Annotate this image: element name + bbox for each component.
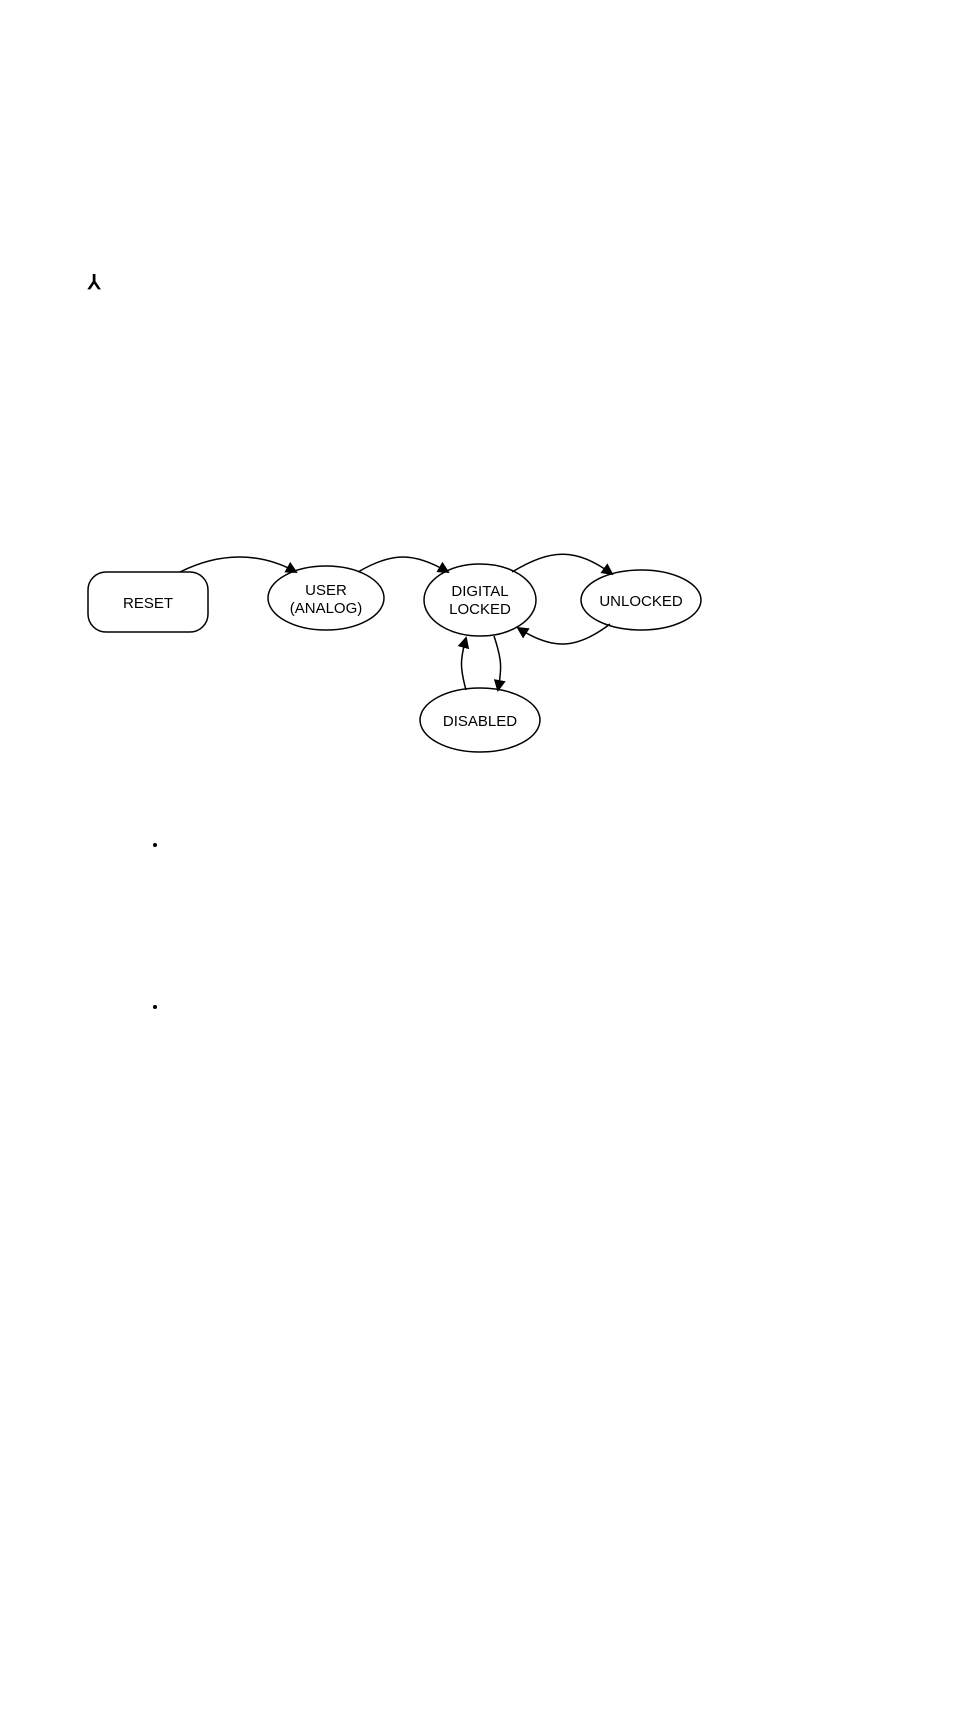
state-unlocked-label: UNLOCKED xyxy=(599,593,683,610)
edge-reset-user xyxy=(180,557,296,572)
state-user-label1: USER xyxy=(305,582,347,599)
state-digital-label2: LOCKED xyxy=(449,601,511,618)
state-digital-label1: DIGITAL xyxy=(451,583,508,600)
edge-disabled-digital xyxy=(462,638,467,690)
state-user-label2: (ANALOG) xyxy=(290,600,363,617)
edge-unlocked-digital xyxy=(518,624,610,644)
edge-user-digital xyxy=(358,557,448,572)
state-reset-label: RESET xyxy=(123,595,173,612)
edge-digital-unlocked xyxy=(512,554,612,574)
edge-digital-disabled xyxy=(494,636,501,690)
page: ⅄ RESET USER (ANALOG) DIGITAL LOCKED UNL… xyxy=(0,0,954,1720)
bullet-list xyxy=(128,836,168,1160)
state-disabled-label: DISABLED xyxy=(443,713,517,730)
